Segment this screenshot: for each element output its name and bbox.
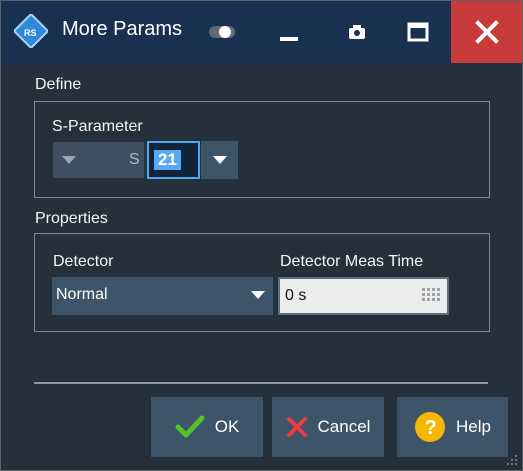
detector-meas-time-input[interactable]: 0 s [278,277,449,315]
title-bar: RS More Params [1,1,522,63]
chevron-down-icon [62,156,76,164]
minimize-icon [280,37,298,41]
minimize-button[interactable] [254,1,324,63]
help-icon: ? [415,412,446,442]
toggle-icon [209,26,235,38]
ok-button-label: OK [214,417,240,436]
dialog-title: More Params [62,18,183,40]
detector-meas-time-value: 0 s [285,287,307,304]
svg-text:?: ? [425,417,437,439]
s-parameter-input[interactable]: 21 [147,141,200,179]
keypad-icon [422,288,440,301]
s-prefix-label: S [129,151,140,168]
toggle-button[interactable] [197,1,247,63]
cancel-button[interactable]: Cancel [272,397,384,457]
button-separator [34,382,488,384]
cancel-button-label: Cancel [317,417,371,436]
s-parameter-value: 21 [154,150,181,170]
logo-icon: RS [14,14,48,48]
help-button[interactable]: ? Help [397,397,508,457]
s-parameter-label: S-Parameter [52,118,143,135]
define-section-title: Define [35,76,82,93]
close-icon [474,20,499,44]
detector-label: Detector [53,253,114,270]
detector-meas-time-label: Detector Meas Time [280,253,424,270]
ok-button[interactable]: OK [151,397,263,457]
detector-dropdown[interactable]: Normal [52,277,273,315]
screenshot-button[interactable] [322,1,392,63]
camera-icon [349,25,365,39]
checkmark-icon [175,415,205,438]
more-params-dialog: RS More Params Define S-Parameter S 21 P… [0,0,523,471]
resize-grip-icon[interactable] [506,454,518,466]
maximize-button[interactable] [383,1,453,63]
chevron-down-icon [251,291,265,299]
chevron-down-icon [212,156,227,164]
properties-section-title: Properties [35,210,108,227]
svg-text:RS: RS [24,28,37,38]
s-parameter-dropdown-arrow[interactable] [201,141,238,179]
close-button[interactable] [451,1,522,63]
help-button-label: Help [456,417,491,436]
maximize-icon [407,22,429,42]
x-icon [286,417,307,437]
detector-value: Normal [56,286,108,303]
